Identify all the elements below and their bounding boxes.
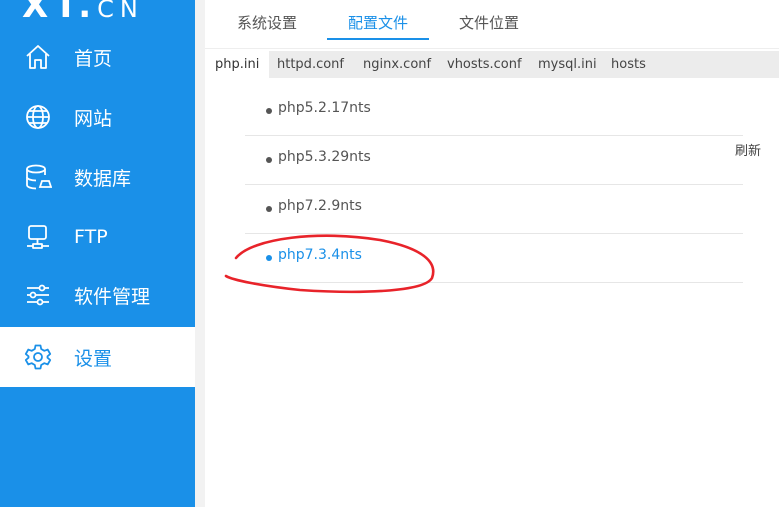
file-tab-mysql-ini[interactable]: mysql.ini	[528, 51, 607, 78]
php-version-item[interactable]: php5.2.17nts	[245, 86, 743, 136]
php-version-label: php5.3.29nts	[278, 149, 371, 165]
sidebar-item-label: 软件管理	[74, 285, 151, 308]
database-icon	[24, 163, 52, 191]
sidebar-item-home[interactable]: 首页	[0, 27, 195, 87]
php-version-label: php7.2.9nts	[278, 198, 362, 214]
file-tab-nginx-conf[interactable]: nginx.conf	[353, 51, 441, 78]
ftp-server-icon	[24, 223, 52, 251]
sidebar-item-label: 设置	[74, 347, 113, 370]
gear-icon	[24, 343, 52, 371]
globe-icon	[24, 103, 52, 131]
sidebar: XT.CN 首页 网站 数据库 FTP 软件管理 设置	[0, 0, 195, 507]
home-icon	[24, 43, 52, 71]
config-file-tabs: php.ini httpd.conf nginx.conf vhosts.con…	[205, 51, 779, 78]
sidebar-item-settings[interactable]: 设置	[0, 327, 195, 387]
sidebar-item-label: 网站	[74, 107, 113, 130]
file-tab-httpd-conf[interactable]: httpd.conf	[267, 51, 354, 78]
sidebar-item-label: 数据库	[74, 167, 132, 190]
sidebar-item-ftp[interactable]: FTP	[0, 207, 195, 267]
bullet-icon	[266, 206, 272, 212]
file-tab-vhosts-conf[interactable]: vhosts.conf	[437, 51, 532, 78]
tab-config-files[interactable]: 配置文件	[327, 12, 429, 40]
bullet-icon	[266, 157, 272, 163]
php-version-label: php7.3.4nts	[278, 247, 362, 263]
app-logo: XT.CN	[22, 0, 144, 26]
php-version-item[interactable]: php5.3.29nts	[245, 135, 743, 185]
sidebar-item-software[interactable]: 软件管理	[0, 265, 195, 325]
sidebar-item-database[interactable]: 数据库	[0, 147, 195, 207]
tab-system-settings[interactable]: 系统设置	[236, 12, 298, 38]
sidebar-item-website[interactable]: 网站	[0, 87, 195, 147]
top-tab-bar: 系统设置 配置文件 文件位置	[205, 0, 779, 49]
file-tab-php-ini[interactable]: php.ini	[205, 51, 270, 78]
tab-file-location[interactable]: 文件位置	[458, 12, 520, 38]
bullet-icon	[266, 255, 272, 261]
php-version-label: php5.2.17nts	[278, 100, 371, 116]
file-tab-hosts[interactable]: hosts	[601, 51, 656, 78]
sidebar-item-label: FTP	[74, 226, 108, 248]
php-version-item-selected[interactable]: php7.3.4nts	[245, 233, 743, 283]
bullet-icon	[266, 108, 272, 114]
sidebar-item-label: 首页	[74, 47, 113, 70]
sliders-icon	[24, 281, 52, 309]
main-panel: 系统设置 配置文件 文件位置 php.ini httpd.conf nginx.…	[205, 0, 779, 507]
php-version-item[interactable]: php7.2.9nts	[245, 184, 743, 234]
